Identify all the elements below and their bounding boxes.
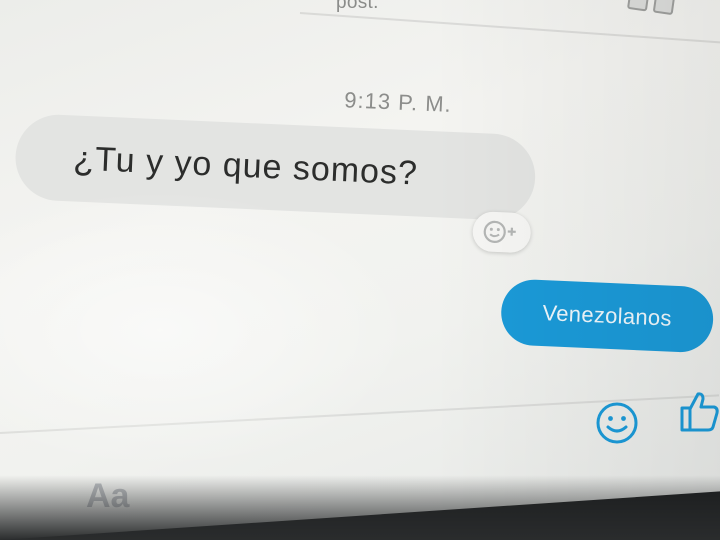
incoming-message-bubble[interactable]: ¿Tu y yo que somos?	[13, 112, 537, 222]
outgoing-message-bubble[interactable]: Venezolanos	[499, 278, 715, 354]
smiley-add-icon	[483, 220, 516, 244]
outgoing-message-text: Venezolanos	[542, 300, 673, 331]
message-input[interactable]	[86, 476, 546, 516]
smiley-icon	[596, 402, 638, 444]
message-timestamp: 9:13 P. M.	[343, 87, 453, 117]
messenger-window: post. 9:13 P. M. ¿Tu y yo que somos? Ven…	[0, 0, 720, 540]
thumbs-up-icon	[680, 392, 719, 432]
incoming-message-text: ¿Tu y yo que somos?	[72, 139, 419, 193]
like-button[interactable]	[676, 388, 720, 434]
message-thread: 9:13 P. M. ¿Tu y yo que somos? Venezolan…	[0, 0, 720, 540]
react-button[interactable]	[471, 210, 532, 254]
minimize-icon[interactable]	[626, 0, 650, 12]
emoji-button[interactable]	[594, 400, 640, 446]
